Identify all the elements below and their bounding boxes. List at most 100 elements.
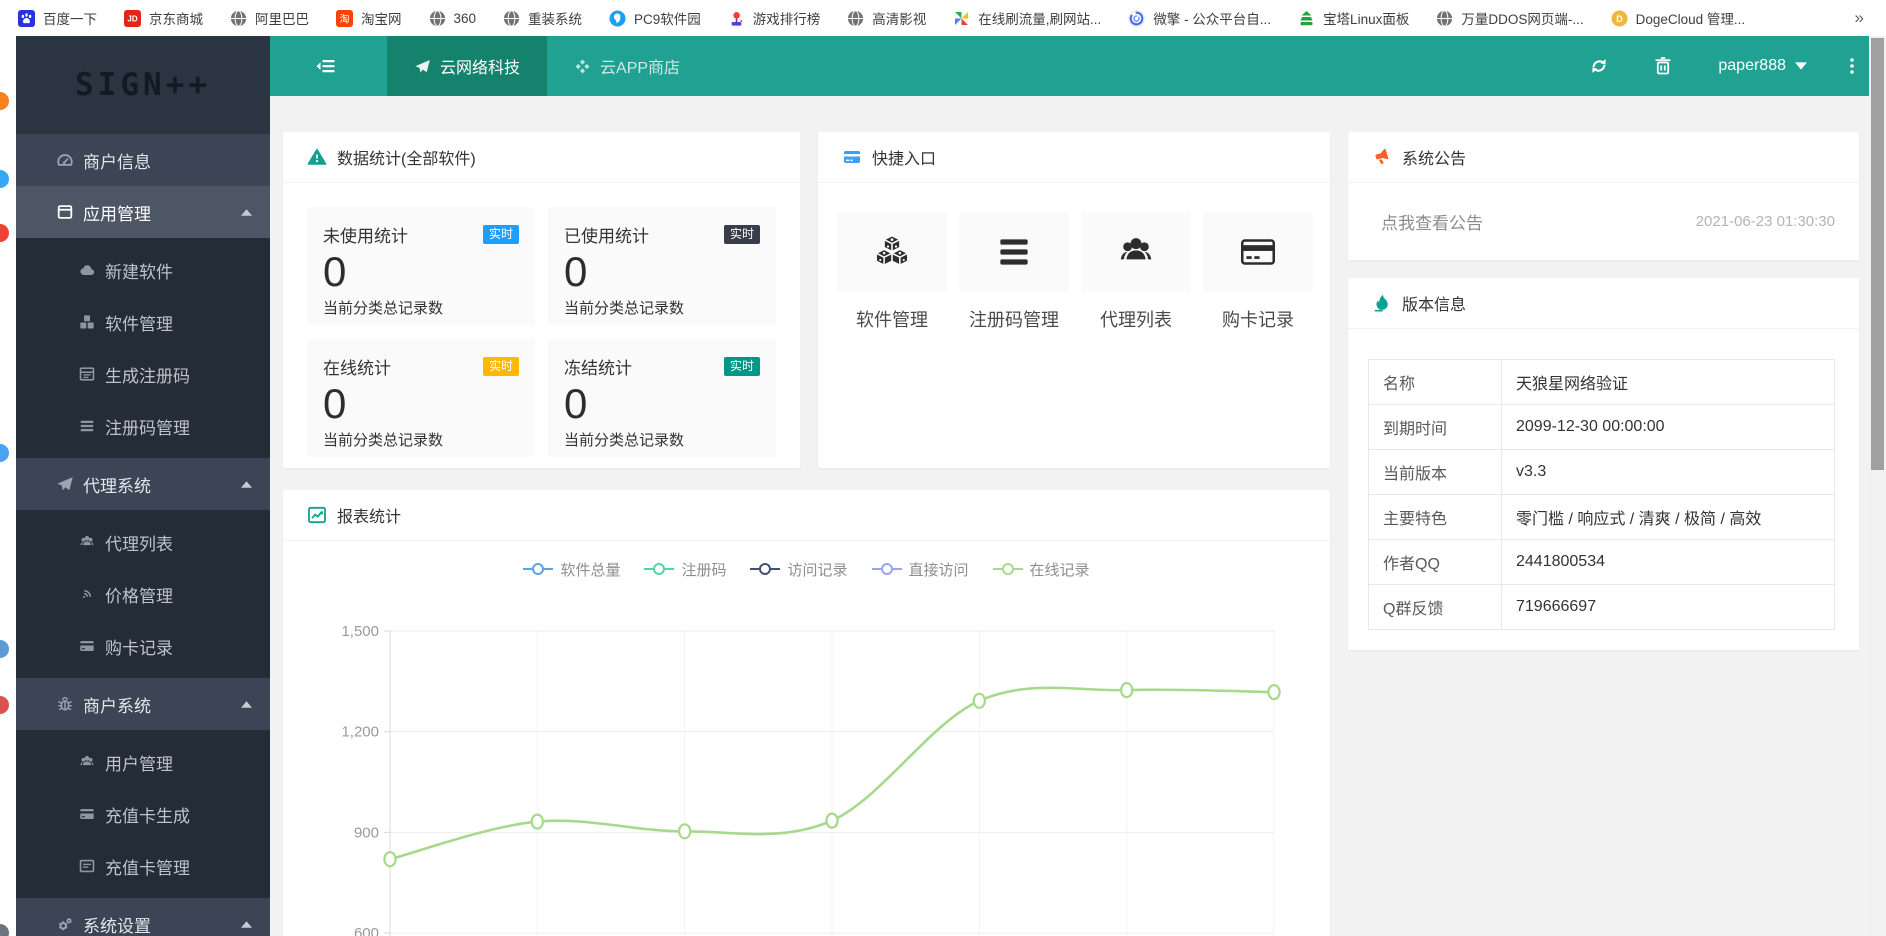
sidebar-item-agent-system[interactable]: 代理系统 [16, 458, 270, 510]
sidebar-item-recharge-card-generate[interactable]: 充值卡生成 [16, 788, 270, 840]
legend-item-软件总量[interactable]: 软件总量 [523, 559, 620, 580]
version-info-table: 名称天狼星网络验证到期时间2099-12-30 00:00:00当前版本v3.3… [1368, 359, 1835, 630]
stat-sublabel: 当前分类总记录数 [564, 297, 760, 318]
version-row-value: 2441800534 [1502, 540, 1835, 585]
sidebar-item-system-settings[interactable]: 系统设置 [16, 898, 270, 936]
sidebar-submenu: 代理列表价格管理购卡记录 [16, 510, 270, 678]
view-announcement-link[interactable]: 点我查看公告 [1381, 209, 1483, 234]
realtime-badge: 实时 [724, 225, 760, 244]
announcement-header: 系统公告 [1348, 132, 1859, 183]
main-content: 数据统计(全部软件) 未使用统计 实时 0 当前分类总记录数 已使用统计 实时 … [270, 96, 1869, 936]
sidebar-item-merchant-system[interactable]: 商户系统 [16, 678, 270, 730]
bookmark-item[interactable]: DDogeCloud 管理... [1611, 8, 1746, 28]
bookmark-item[interactable]: JD京东商城 [124, 8, 203, 28]
sidebar-item-label: 代理列表 [105, 530, 173, 555]
quick-entry-agent-list[interactable]: 代理列表 [1081, 213, 1191, 332]
bookmark-item[interactable]: 在线刷流量,刷网站... [953, 8, 1101, 28]
stats-card: 数据统计(全部软件) 未使用统计 实时 0 当前分类总记录数 已使用统计 实时 … [283, 132, 800, 468]
sidebar-item-app-management[interactable]: 应用管理 [16, 186, 270, 238]
sidebar-item-user-management[interactable]: 用户管理 [16, 736, 270, 788]
legend-item-在线记录[interactable]: 在线记录 [993, 559, 1090, 580]
tab-cloud-app-store[interactable]: 云APP商店 [547, 36, 707, 96]
quick-entry-regcode-management[interactable]: 注册码管理 [959, 213, 1069, 332]
sidebar-item-merchant-info[interactable]: 商户信息 [16, 134, 270, 186]
version-row-key: 作者QQ [1369, 540, 1502, 585]
quick-entry-card-purchase-records[interactable]: 购卡记录 [1203, 213, 1313, 332]
users-group-icon [1115, 231, 1157, 273]
sidebar-item-agent-list[interactable]: 代理列表 [16, 516, 270, 568]
bookmark-item[interactable]: 阿里巴巴 [230, 8, 309, 28]
bookmark-item[interactable]: 微擎 - 公众平台自... [1128, 8, 1271, 28]
sidebar-submenu: 新建软件软件管理生成注册码注册码管理 [16, 238, 270, 458]
version-row-key: 当前版本 [1369, 450, 1502, 495]
baidu-icon [18, 10, 35, 27]
bookmark-item[interactable]: 万量DDOS网页端-... [1436, 8, 1583, 28]
legend-item-访问记录[interactable]: 访问记录 [750, 559, 847, 580]
bookmark-label: 游戏排行榜 [753, 8, 821, 28]
cloud-icon [78, 261, 96, 279]
bookmark-label: PC9软件园 [634, 8, 701, 28]
announcement-body: 点我查看公告 2021-06-23 01:30:30 [1348, 183, 1859, 260]
legend-item-直接访问[interactable]: 直接访问 [872, 559, 969, 580]
dropbox-icon [574, 58, 591, 75]
quick-entry-software-management[interactable]: 软件管理 [837, 213, 947, 332]
credit-card-icon [78, 805, 96, 823]
sidebar-item-regcode-management[interactable]: 注册码管理 [16, 400, 270, 452]
bookmark-item[interactable]: 360 [429, 10, 477, 27]
bookmark-item[interactable]: 重装系统 [503, 8, 582, 28]
sidebar-item-price-management[interactable]: 价格管理 [16, 568, 270, 620]
caret-up-icon [241, 481, 252, 488]
bookmark-item[interactable]: 淘淘宝网 [336, 8, 402, 28]
bookmark-item[interactable]: 宝塔Linux面板 [1298, 8, 1409, 28]
stat-label: 冻结统计 [564, 354, 632, 379]
bookmarks-list: 百度一下 JD京东商城 阿里巴巴 淘淘宝网 360 重装系统 PC9软件园 游戏排行榜 高清影视… [0, 8, 1847, 28]
card-lines-icon [78, 857, 96, 875]
chart-legend: 软件总量 注册码 访问记录 直接访问 在线记录 [283, 557, 1330, 581]
collapse-sidebar-icon[interactable] [314, 54, 338, 78]
top-navbar: 云网络科技云APP商店 paper888 [270, 36, 1869, 96]
trash-icon[interactable] [1652, 55, 1674, 77]
report-chart-title: 报表统计 [337, 503, 401, 527]
kebab-menu-icon[interactable] [1843, 55, 1861, 77]
sidebar: SIGN++ 商户信息应用管理新建软件软件管理生成注册码注册码管理代理系统代理列… [16, 36, 270, 936]
pc9-icon [609, 10, 626, 27]
panel-icon-sliver [0, 170, 9, 188]
sidebar-item-new-software[interactable]: 新建软件 [16, 244, 270, 296]
sidebar-item-generate-regcode[interactable]: 生成注册码 [16, 348, 270, 400]
legend-label: 直接访问 [909, 559, 969, 580]
username: paper888 [1718, 57, 1786, 75]
pinwheel-icon [953, 10, 970, 27]
bookmark-item[interactable]: 游戏排行榜 [728, 8, 821, 28]
version-row-key: 到期时间 [1369, 405, 1502, 450]
realtime-badge: 实时 [483, 225, 519, 244]
bookmark-item[interactable]: PC9软件园 [609, 8, 701, 28]
bookmark-label: 阿里巴巴 [255, 8, 309, 28]
svg-text:JD: JD [127, 14, 137, 23]
bookmark-label: 淘宝网 [361, 8, 402, 28]
bookmark-item[interactable]: 高清影视 [847, 8, 926, 28]
bookmark-item[interactable]: 百度一下 [18, 8, 97, 28]
quick-entry-items: 软件管理 注册码管理 代理列表 购卡记录 [818, 183, 1330, 332]
quick-entry-label: 购卡记录 [1203, 306, 1313, 332]
quick-entry-label: 代理列表 [1081, 306, 1191, 332]
sidebar-item-software-management[interactable]: 软件管理 [16, 296, 270, 348]
quick-entry-title: 快捷入口 [872, 145, 936, 169]
user-menu[interactable]: paper888 [1718, 57, 1807, 75]
sidebar-item-recharge-card-management[interactable]: 充值卡管理 [16, 840, 270, 892]
paper-plane-icon [414, 58, 431, 75]
globe-icon [429, 10, 446, 27]
globe-icon [847, 10, 864, 27]
bookmarks-overflow-chevron[interactable]: » [1847, 8, 1886, 28]
realtime-badge: 实时 [483, 357, 519, 376]
sidebar-submenu: 用户管理充值卡生成充值卡管理 [16, 730, 270, 898]
bookmarks-bar: 百度一下 JD京东商城 阿里巴巴 淘淘宝网 360 重装系统 PC9软件园 游戏排行榜 高清影视… [0, 0, 1886, 37]
legend-marker-icon [750, 562, 780, 576]
tab-cloud-network-tech[interactable]: 云网络科技 [387, 36, 547, 96]
scrollbar-thumb[interactable] [1871, 38, 1884, 470]
quick-entry-label: 软件管理 [837, 306, 947, 332]
refresh-icon[interactable] [1588, 55, 1610, 77]
legend-item-注册码[interactable]: 注册码 [644, 559, 726, 580]
gears-icon [56, 915, 74, 933]
sidebar-item-label: 生成注册码 [105, 362, 190, 387]
sidebar-item-card-purchase-records[interactable]: 购卡记录 [16, 620, 270, 672]
